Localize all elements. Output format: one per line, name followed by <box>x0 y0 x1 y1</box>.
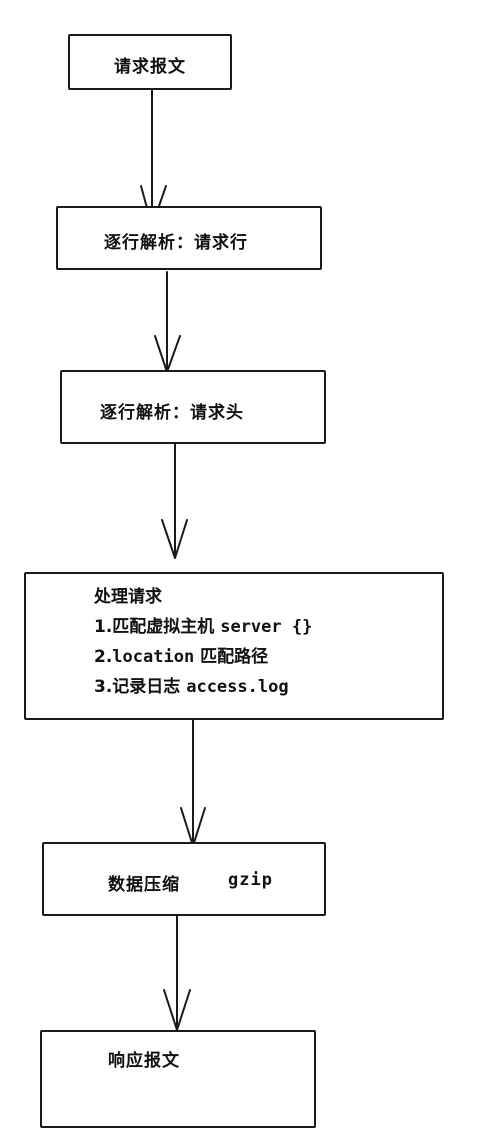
arrow-compress-to-response <box>163 895 191 1031</box>
node-compress: 数据压缩 gzip <box>42 842 326 916</box>
process-step-3-code: access.log <box>186 677 289 697</box>
process-step-2-text: 2. <box>94 647 113 667</box>
flow-arrows <box>140 87 206 1031</box>
process-step-1-code: server {} <box>220 617 313 637</box>
process-step-3: 3.记录日志 access.log <box>94 672 312 702</box>
node-process-request-title: 处理请求 <box>94 587 162 607</box>
process-step-2: 2.location 匹配路径 <box>94 642 312 672</box>
node-parse-request-headers-label: 逐行解析：请求头 <box>100 403 244 423</box>
process-step-3-text: 3.记录日志 <box>94 677 187 697</box>
node-parse-request-headers: 逐行解析：请求头 <box>60 370 326 444</box>
node-request-message-label: 请求报文 <box>114 57 186 77</box>
arrow-headers-to-process <box>161 443 188 559</box>
process-step-2-code: location <box>112 647 195 667</box>
arrow-process-to-compress <box>180 719 206 847</box>
node-response-message: 响应报文 <box>40 1030 316 1128</box>
process-step-1: 1.匹配虚拟主机 server {} <box>94 612 312 642</box>
arrow-line-to-headers <box>154 271 181 373</box>
node-response-message-label: 响应报文 <box>108 1051 180 1071</box>
node-request-message: 请求报文 <box>68 34 232 90</box>
node-parse-request-line-label: 逐行解析：请求行 <box>104 233 248 253</box>
node-parse-request-line: 逐行解析：请求行 <box>56 206 322 270</box>
node-compress-label: 数据压缩 <box>108 875 180 895</box>
node-compress-code: gzip <box>228 870 273 890</box>
node-process-request: 处理请求 1.匹配虚拟主机 server {} 2.location 匹配路径 … <box>24 572 444 720</box>
process-step-2-suffix: 匹配路径 <box>194 647 269 667</box>
process-step-1-text: 1.匹配虚拟主机 <box>94 617 221 637</box>
